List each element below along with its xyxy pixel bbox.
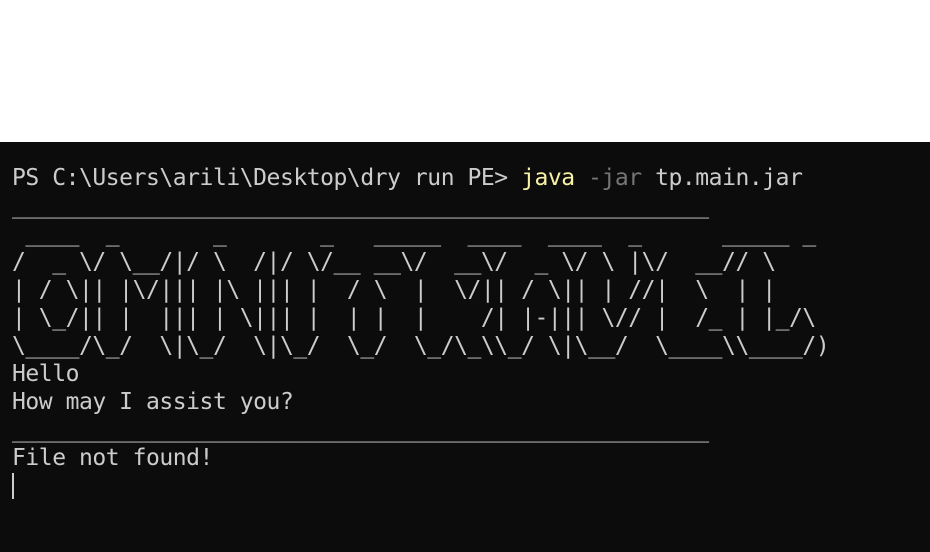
input-line[interactable] (12, 472, 930, 500)
command-line: PS C:\Users\arili\Desktop\dry run PE> ja… (12, 164, 930, 192)
separator-top: ________________________________________… (12, 193, 709, 219)
prompt: PS C:\Users\arili\Desktop\dry run PE> (12, 165, 522, 191)
command-program: java (521, 165, 575, 191)
question-text: How may I assist you? (12, 389, 294, 415)
blank-area (0, 0, 930, 142)
terminal-output: PS C:\Users\arili\Desktop\dry run PE> ja… (12, 164, 930, 500)
greeting-text: Hello (12, 361, 79, 387)
ascii-art-line: \____/\_/ \|\_/ \|\_/ \_/ \_/\_\\_/ \|\_… (12, 333, 830, 359)
ascii-art-line: | / \|| |\/||| |\ ||| | / \ | \/|| / \||… (12, 277, 776, 303)
text-cursor (12, 473, 14, 499)
error-message: File not found! (12, 445, 213, 471)
separator-bottom: ________________________________________… (12, 417, 709, 443)
command-flag: -jar (588, 165, 642, 191)
command-arg: tp.main.jar (655, 165, 803, 191)
ascii-art-line: ____ _ _ _ _____ ____ ____ _ _____ _ (12, 221, 816, 247)
ascii-art-line: / _ \/ \__/|/ \ /|/ \/__ __\/ __\/ _ \/ … (12, 249, 776, 275)
terminal-window[interactable]: PS C:\Users\arili\Desktop\dry run PE> ja… (0, 142, 930, 552)
ascii-art-line: | \_/|| | ||| | \||| | | | | /| |-||| \/… (12, 305, 816, 331)
